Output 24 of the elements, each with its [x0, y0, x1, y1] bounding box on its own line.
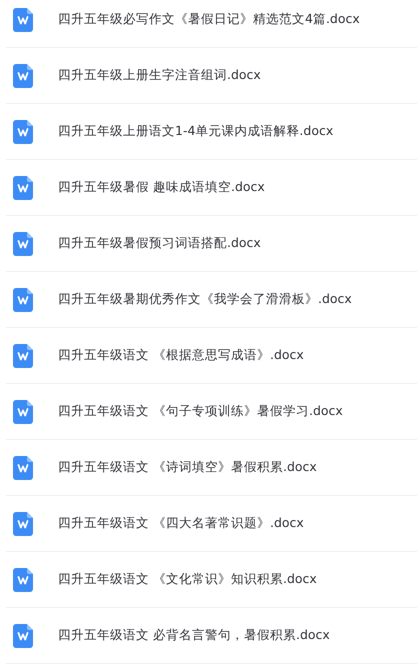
file-name[interactable]: 四升五年级暑假 趣味成语填空.docx: [58, 179, 265, 196]
file-name[interactable]: 四升五年级语文 《诗词填空》暑假积累.docx: [58, 459, 317, 476]
file-name[interactable]: 四升五年级语文 《文化常识》知识积累.docx: [58, 571, 317, 588]
word-document-icon: [13, 456, 33, 480]
word-document-icon: [13, 288, 33, 312]
word-document-icon: [13, 624, 33, 648]
file-name[interactable]: 四升五年级暑假预习词语搭配.docx: [58, 235, 261, 252]
word-document-icon: [13, 64, 33, 88]
word-document-icon: [13, 232, 33, 256]
file-name[interactable]: 四升五年级语文 《四大名著常识题》.docx: [58, 515, 304, 532]
word-document-icon: [13, 8, 33, 32]
word-document-icon: [13, 568, 33, 592]
file-name[interactable]: 四升五年级暑期优秀作文《我学会了滑滑板》.docx: [58, 291, 352, 308]
word-document-icon: [13, 120, 33, 144]
file-name[interactable]: 四升五年级语文 《句子专项训练》暑假学习.docx: [58, 403, 343, 420]
file-name[interactable]: 四升五年级必写作文《暑假日记》精选范文4篇.docx: [58, 11, 360, 28]
word-document-icon: [13, 344, 33, 368]
word-document-icon: [13, 176, 33, 200]
word-document-icon: [13, 512, 33, 536]
file-name[interactable]: 四升五年级语文 《根据意思写成语》.docx: [58, 347, 304, 364]
file-name[interactable]: 四升五年级上册语文1-4单元课内成语解释.docx: [58, 123, 334, 140]
file-name[interactable]: 四升五年级上册生字注音组词.docx: [58, 67, 261, 84]
file-name[interactable]: 四升五年级语文 必背名言警句，暑假积累.docx: [58, 627, 330, 644]
word-document-icon: [13, 400, 33, 424]
